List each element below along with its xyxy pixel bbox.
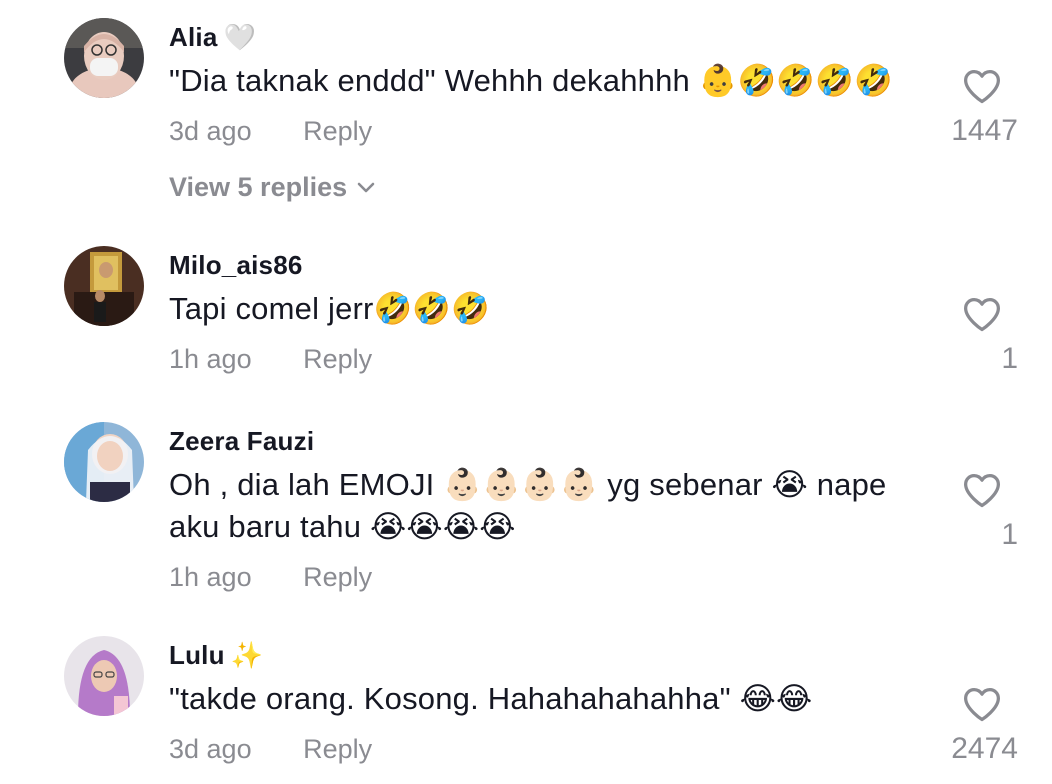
username-label[interactable]: Lulu bbox=[169, 640, 225, 671]
reply-button[interactable]: Reply bbox=[303, 562, 372, 592]
comment-text: "takde orang. Kosong. Hahahahahahha" 😂😂 bbox=[169, 678, 812, 720]
comment-meta: 3d ago Reply bbox=[169, 116, 372, 147]
username-label[interactable]: Alia bbox=[169, 22, 217, 53]
reply-button[interactable]: Reply bbox=[303, 734, 372, 764]
username-label[interactable]: Zeera Fauzi bbox=[169, 426, 314, 457]
comment-meta: 1h ago Reply bbox=[169, 562, 372, 593]
view-replies-label[interactable]: View 5 replies bbox=[169, 172, 347, 203]
comment-time: 1h ago bbox=[169, 562, 252, 592]
avatar[interactable] bbox=[64, 636, 144, 716]
comment-text-line: aku baru tahu 😭😭😭😭 bbox=[169, 509, 516, 544]
like-column: 1 bbox=[898, 296, 1018, 376]
comment-text-line: "Dia taknak enddd" Wehhh dekahhhh 👶🤣🤣🤣🤣 bbox=[169, 63, 893, 98]
like-column: 1 bbox=[898, 472, 1018, 552]
like-count: 2474 bbox=[951, 732, 1018, 765]
like-column: 2474 bbox=[898, 686, 1018, 766]
username-label[interactable]: Milo_ais86 bbox=[169, 250, 303, 281]
username[interactable]: Alia 🤍 bbox=[169, 22, 256, 53]
comment-meta: 3d ago Reply bbox=[169, 734, 372, 765]
comment-time: 1h ago bbox=[169, 344, 252, 374]
comment-text-line: Oh , dia lah EMOJI 👶🏻👶🏻👶🏻👶🏻 yg sebenar 😭… bbox=[169, 467, 887, 502]
heart-outline-icon[interactable] bbox=[962, 686, 1002, 722]
comment-text: "Dia taknak enddd" Wehhh dekahhhh 👶🤣🤣🤣🤣 bbox=[169, 60, 893, 102]
like-count: 1 bbox=[1001, 518, 1018, 551]
view-replies-button[interactable]: View 5 replies bbox=[169, 172, 375, 203]
chevron-down-icon bbox=[357, 182, 375, 192]
comment-time: 3d ago bbox=[169, 734, 252, 764]
avatar[interactable] bbox=[64, 246, 144, 326]
username[interactable]: Zeera Fauzi bbox=[169, 426, 314, 457]
reply-button[interactable]: Reply bbox=[303, 116, 372, 146]
username[interactable]: Milo_ais86 bbox=[169, 250, 303, 281]
username[interactable]: Lulu ✨ bbox=[169, 640, 263, 671]
white-heart-icon: 🤍 bbox=[223, 22, 257, 52]
comment-text: Tapi comel jerr🤣🤣🤣 bbox=[169, 288, 490, 330]
comment-text-line: Tapi comel jerr🤣🤣🤣 bbox=[169, 291, 490, 326]
like-count: 1447 bbox=[951, 114, 1018, 147]
avatar[interactable] bbox=[64, 18, 144, 98]
heart-outline-icon[interactable] bbox=[962, 68, 1002, 104]
comment-time: 3d ago bbox=[169, 116, 252, 146]
sparkles-icon: ✨ bbox=[230, 640, 264, 670]
reply-button[interactable]: Reply bbox=[303, 344, 372, 374]
like-count: 1 bbox=[1001, 342, 1018, 375]
comment-meta: 1h ago Reply bbox=[169, 344, 372, 375]
like-column: 1447 bbox=[898, 68, 1018, 148]
comment-text: Oh , dia lah EMOJI 👶🏻👶🏻👶🏻👶🏻 yg sebenar 😭… bbox=[169, 464, 887, 548]
heart-outline-icon[interactable] bbox=[962, 296, 1002, 332]
comment-text-line: "takde orang. Kosong. Hahahahahahha" 😂😂 bbox=[169, 681, 813, 716]
avatar[interactable] bbox=[64, 422, 144, 502]
heart-outline-icon[interactable] bbox=[962, 472, 1002, 508]
